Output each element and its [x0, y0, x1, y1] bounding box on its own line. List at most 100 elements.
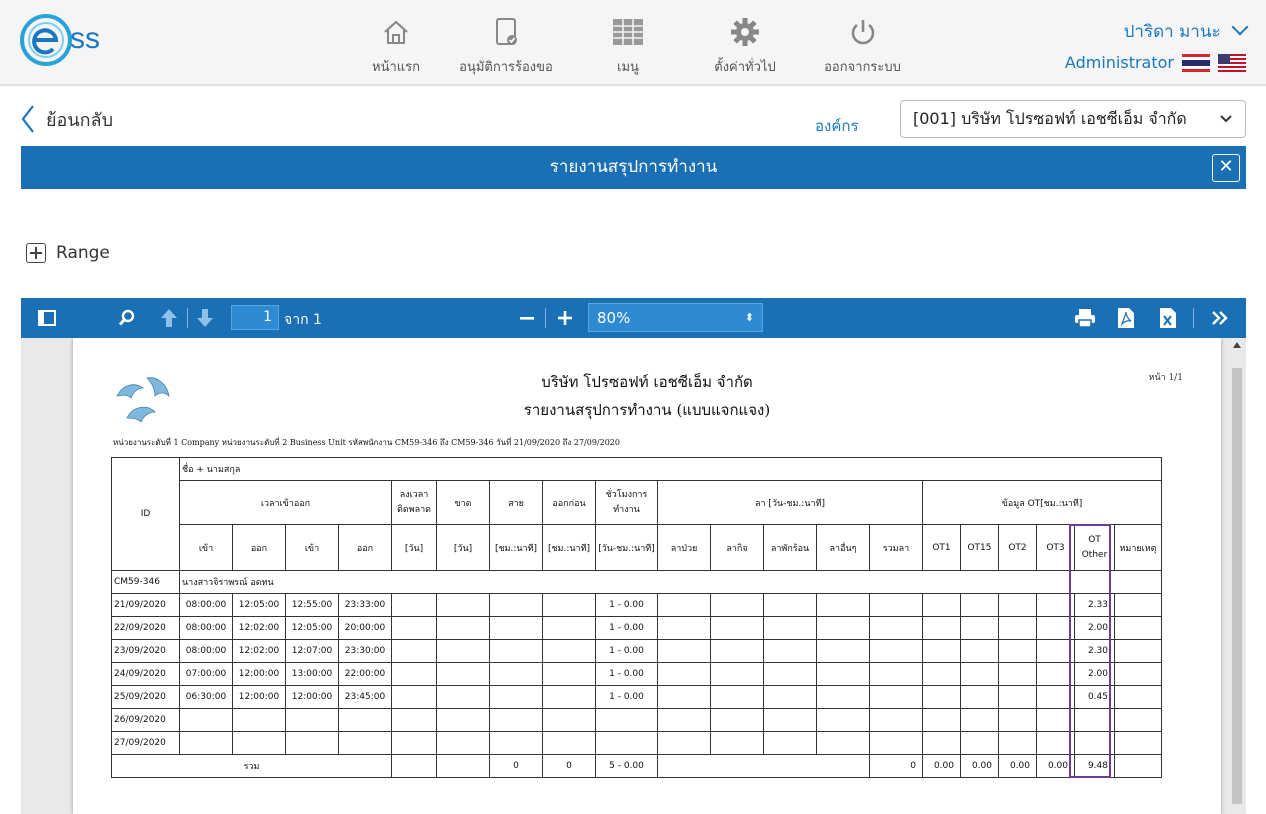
total-leave-empty [657, 754, 870, 778]
row-date: 25/09/2020 [111, 685, 180, 709]
chevron-left-icon [21, 105, 34, 133]
zoom-select[interactable]: 80% ⬍ [588, 303, 763, 332]
pdf-export-icon[interactable] [1115, 306, 1137, 330]
org-label: องค์กร [815, 117, 859, 135]
row-remark [1114, 662, 1162, 686]
nav-menu[interactable]: เมนู [605, 14, 651, 76]
scroll-up-icon[interactable] [1233, 342, 1241, 348]
double-chevron-right-icon[interactable] [1209, 306, 1231, 330]
chevron-down-icon[interactable] [1231, 18, 1249, 36]
top-bar: ss หน้าแรก อนุมัติการร้องขอ เมนู ตั้งค่า… [0, 0, 1266, 86]
nav-approve[interactable]: อนุมัติการร้องขอ [446, 14, 566, 76]
row-empty-cell [657, 593, 711, 617]
zoom-in-icon[interactable] [555, 306, 575, 330]
ess-logo[interactable]: ss [20, 10, 130, 70]
sub-vacation: ลาพักร้อน [763, 524, 817, 571]
prev-page-icon[interactable] [159, 306, 179, 330]
row-out1: 12:02:00 [232, 616, 286, 640]
row-empty-cell [710, 708, 764, 732]
back-button[interactable]: ย้อนกลับ [20, 104, 113, 134]
row-work-hours [595, 731, 658, 755]
nav-settings[interactable]: ตั้งค่าทั่วไป [705, 14, 785, 76]
row-date: 23/09/2020 [111, 639, 180, 663]
sub-hm2: [ชม.:นาที] [542, 524, 596, 571]
row-empty-cell [436, 639, 490, 663]
employee-name: นางสาวจิราพรณ์ อดทน [179, 570, 1162, 594]
print-icon[interactable] [1073, 306, 1097, 330]
row-empty-cell [391, 731, 437, 755]
total-row: รวม 0 0 5 - 0.00 0 0.00 0.00 0.00 0.00 9.48 [111, 754, 1162, 778]
viewer-toolbar: 1 จาก 1 80% ⬍ [21, 298, 1246, 338]
row-out1: 12:02:00 [232, 639, 286, 663]
user-menu[interactable]: ปาริดา มานะ Administrator [1065, 18, 1249, 72]
row-out1: 12:00:00 [232, 662, 286, 686]
close-button[interactable]: ✕ [1212, 154, 1240, 182]
row-empty-cell [489, 685, 543, 709]
table-row: 22/09/2020 08:00:00 12:02:00 12:05:00 20:00:… [111, 616, 1162, 640]
row-remark [1114, 685, 1162, 709]
zoom-out-icon[interactable] [517, 306, 537, 330]
row-in2: 12:55:00 [285, 593, 339, 617]
row-empty-cell [710, 639, 764, 663]
report-page: บริษัท โปรซอฟท์ เอชซีเอ็ม จำกัด รายงานสร… [73, 338, 1221, 814]
total-ot2: 0.00 [998, 754, 1037, 778]
row-in2: 12:00:00 [285, 685, 339, 709]
thai-flag-icon[interactable] [1182, 53, 1210, 72]
row-empty-cell [922, 616, 961, 640]
row-empty-cell [391, 593, 437, 617]
sub-dhm: [วัน-ชม.:นาที] [595, 524, 658, 571]
row-empty-cell [922, 685, 961, 709]
total-leave: 0 [869, 754, 923, 778]
scrollbar-thumb[interactable] [1232, 368, 1242, 804]
row-in1: 08:00:00 [179, 639, 233, 663]
sub-hm1: [ชม.:นาที] [489, 524, 543, 571]
row-empty-cell [816, 708, 870, 732]
row-empty-cell [922, 731, 961, 755]
row-empty-cell [763, 731, 817, 755]
sidebar-toggle-icon[interactable] [37, 306, 57, 330]
row-remark [1114, 593, 1162, 617]
total-label: รวม [111, 754, 392, 778]
org-select[interactable]: [001] บริษัท โปรซอฟท์ เอชซีเอ็ม จำกัด [900, 100, 1246, 138]
report-title: รายงานสรุปการทำงาน (แบบแจกแจง) [523, 401, 771, 419]
row-empty-cell [998, 593, 1037, 617]
sub-business: ลากิจ [710, 524, 764, 571]
row-empty-cell [869, 639, 923, 663]
row-empty-cell [436, 731, 490, 755]
row-empty-cell [489, 662, 543, 686]
updown-icon: ⬍ [744, 311, 754, 324]
excel-export-icon[interactable] [1157, 306, 1179, 330]
report-table: ID ชื่อ + นามสกุล เวลาเข้าออก ลงเวลาติดพ… [111, 457, 1162, 778]
nav-home[interactable]: หน้าแรก [364, 14, 428, 76]
sub-in2: เข้า [285, 524, 339, 571]
back-row: ย้อนกลับ องค์กร [001] บริษัท โปรซอฟท์ เอ… [0, 98, 1266, 142]
page-title-bar: รายงานสรุปการทำงาน ✕ [21, 146, 1246, 189]
table-row: 24/09/2020 07:00:00 12:00:00 13:00:00 22:00:… [111, 662, 1162, 686]
row-empty-cell [489, 708, 543, 732]
us-flag-icon[interactable] [1218, 53, 1246, 72]
row-empty-cell [816, 639, 870, 663]
row-in1: 07:00:00 [179, 662, 233, 686]
report-company: บริษัท โปรซอฟท์ เอชซีเอ็ม จำกัด [541, 373, 753, 391]
nav-logout[interactable]: ออกจากระบบ [815, 14, 910, 76]
row-empty-cell [542, 639, 596, 663]
viewer-scrollbar[interactable] [1230, 338, 1244, 814]
row-empty-cell [960, 731, 999, 755]
range-toggle[interactable]: Range [26, 243, 110, 263]
row-empty-cell [542, 685, 596, 709]
toolbar-separator [1193, 308, 1194, 328]
nav-settings-label: ตั้งค่าทั่วไป [714, 60, 776, 75]
row-date: 22/09/2020 [111, 616, 180, 640]
col-ot-header: ข้อมูล OT[ชม.:นาที] [922, 480, 1162, 525]
row-remark [1114, 731, 1162, 755]
header-row-2: เวลาเข้าออก ลงเวลาติดพลาด ขาด สาย ออกก่อ… [112, 480, 1162, 525]
col-hours-header: ชั่วโมงการทำงาน [595, 480, 658, 525]
search-icon[interactable] [117, 306, 137, 330]
sub-ot2: OT2 [998, 524, 1037, 571]
logo-text: ss [70, 22, 100, 55]
nav-logout-label: ออกจากระบบ [824, 60, 901, 75]
row-empty-cell [998, 685, 1037, 709]
close-icon: ✕ [1218, 156, 1234, 177]
page-number-input[interactable]: 1 [231, 305, 279, 330]
next-page-icon[interactable] [195, 306, 215, 330]
